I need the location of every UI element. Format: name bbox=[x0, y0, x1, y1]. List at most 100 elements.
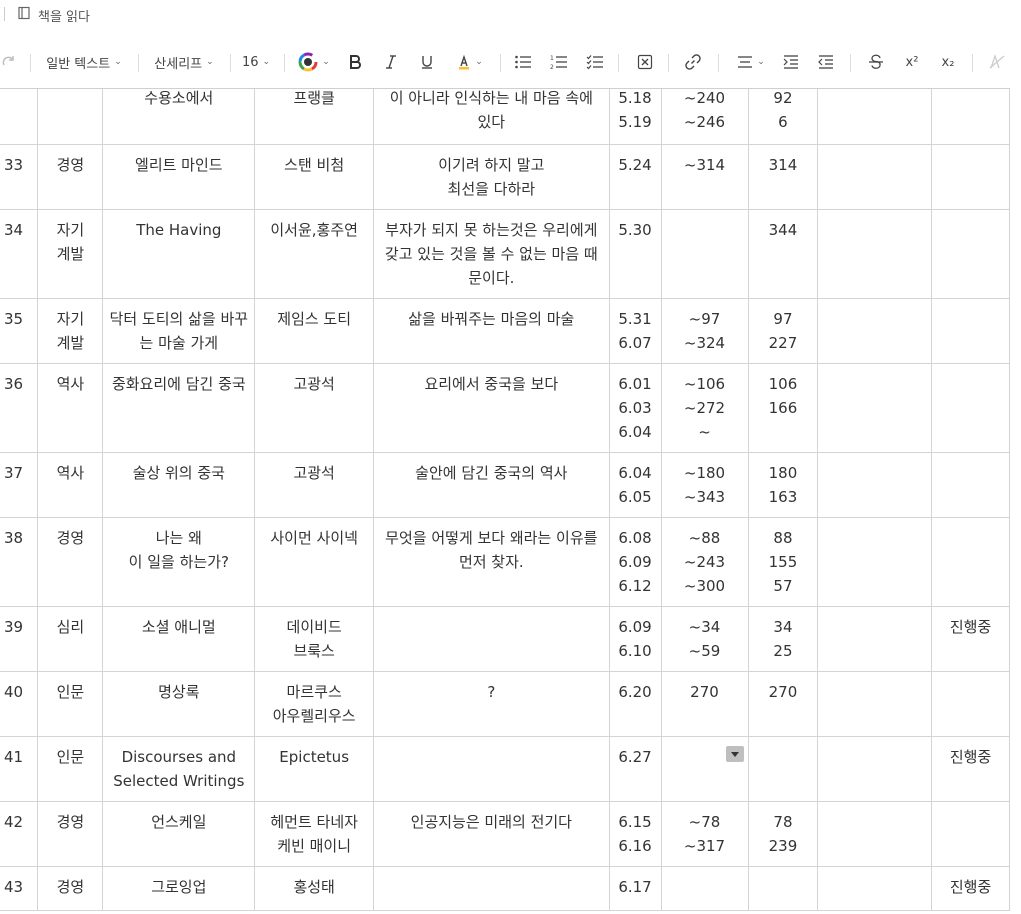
row-number-cell[interactable]: 42 bbox=[0, 801, 39, 867]
numbered-list-button[interactable]: 12 bbox=[548, 44, 570, 80]
row-number-cell[interactable]: 43 bbox=[0, 866, 39, 911]
note-cell[interactable]: 술안에 담긴 중국의 역사 bbox=[373, 452, 610, 518]
pages-read-cell[interactable]: 88 155 57 bbox=[748, 517, 819, 607]
empty-cell[interactable] bbox=[817, 866, 933, 911]
bullet-list-button[interactable] bbox=[512, 44, 534, 80]
category-cell[interactable]: 경영 bbox=[37, 801, 104, 867]
book-title-cell[interactable]: 그로잉업 bbox=[102, 866, 256, 911]
date-cell[interactable]: 5.24 bbox=[609, 144, 662, 210]
author-cell[interactable]: 고광석 bbox=[254, 363, 375, 453]
text-color-button[interactable]: ⌄ bbox=[294, 44, 334, 80]
note-cell[interactable]: 이 아니라 인식하는 내 마음 속에 있다 bbox=[373, 89, 610, 145]
date-cell[interactable]: 6.15 6.16 bbox=[609, 801, 662, 867]
superscript-button[interactable]: x² bbox=[900, 44, 924, 80]
page-range-cell[interactable]: ~34 ~59 bbox=[661, 606, 749, 672]
page-range-cell[interactable]: ~180 ~343 bbox=[661, 452, 749, 518]
book-title-cell[interactable]: 언스케일 bbox=[102, 801, 256, 867]
author-cell[interactable]: 프랭클 bbox=[254, 89, 375, 145]
date-cell[interactable]: 6.04 6.05 bbox=[609, 452, 662, 518]
page-range-cell[interactable]: ~314 bbox=[661, 144, 749, 210]
pages-read-cell[interactable]: 270 bbox=[748, 671, 819, 737]
bold-button[interactable] bbox=[344, 44, 366, 80]
date-cell[interactable]: 6.27 bbox=[609, 736, 662, 802]
row-number-cell[interactable]: 36 bbox=[0, 363, 39, 453]
category-cell[interactable]: 인문 bbox=[37, 736, 104, 802]
outdent-button[interactable] bbox=[815, 44, 837, 80]
note-cell[interactable]: 요리에서 중국을 보다 bbox=[373, 363, 610, 453]
author-cell[interactable]: Epictetus bbox=[254, 736, 375, 802]
row-number-cell[interactable]: 33 bbox=[0, 144, 39, 210]
status-cell[interactable] bbox=[931, 517, 1010, 607]
author-cell[interactable]: 홍성태 bbox=[254, 866, 375, 911]
page-range-cell[interactable]: ~240 ~246 bbox=[661, 89, 749, 145]
book-title-cell[interactable]: Discourses and Selected Writings bbox=[102, 736, 256, 802]
category-cell[interactable]: 자기계발 bbox=[37, 209, 104, 299]
page-range-cell[interactable]: ~88 ~243 ~300 bbox=[661, 517, 749, 607]
italic-button[interactable] bbox=[380, 44, 402, 80]
book-title-cell[interactable]: 엘리트 마인드 bbox=[102, 144, 256, 210]
status-cell[interactable] bbox=[931, 209, 1010, 299]
pages-read-cell[interactable]: 314 bbox=[748, 144, 819, 210]
date-cell[interactable]: 6.08 6.09 6.12 bbox=[609, 517, 662, 607]
row-number-cell[interactable]: 40 bbox=[0, 671, 39, 737]
text-style-dropdown[interactable]: 일반 텍스트 ⌄ bbox=[38, 44, 130, 80]
empty-cell[interactable] bbox=[817, 736, 933, 802]
status-cell[interactable] bbox=[931, 298, 1010, 364]
align-dropdown[interactable]: ⌄ bbox=[732, 44, 770, 80]
date-cell[interactable]: 5.31 6.07 bbox=[609, 298, 662, 364]
pages-read-cell[interactable]: 78 239 bbox=[748, 801, 819, 867]
status-cell[interactable]: 진행중 bbox=[931, 866, 1010, 911]
page-range-cell[interactable] bbox=[661, 209, 749, 299]
strikethrough-button[interactable] bbox=[865, 44, 887, 80]
pages-read-cell[interactable] bbox=[748, 866, 819, 911]
row-number-cell[interactable]: 34 bbox=[0, 209, 39, 299]
book-title-cell[interactable]: 닥터 도티의 삶을 바꾸는 마술 가게 bbox=[102, 298, 256, 364]
row-number-cell[interactable] bbox=[0, 89, 39, 145]
row-number-cell[interactable]: 39 bbox=[0, 606, 39, 672]
pages-read-cell[interactable]: 106 166 bbox=[748, 363, 819, 453]
category-cell[interactable]: 경영 bbox=[37, 144, 104, 210]
author-cell[interactable]: 마르쿠스 아우렐리우스 bbox=[254, 671, 375, 737]
page-range-cell[interactable] bbox=[661, 866, 749, 911]
page-range-cell[interactable]: ~78 ~317 bbox=[661, 801, 749, 867]
note-cell[interactable]: 인공지능은 미래의 전기다 bbox=[373, 801, 610, 867]
author-cell[interactable]: 헤먼트 타네자 케빈 매이니 bbox=[254, 801, 375, 867]
book-title-cell[interactable]: 소셜 애니멀 bbox=[102, 606, 256, 672]
row-number-cell[interactable]: 37 bbox=[0, 452, 39, 518]
category-cell[interactable]: 역사 bbox=[37, 363, 104, 453]
note-cell[interactable]: 삶을 바꿔주는 마음의 마술 bbox=[373, 298, 610, 364]
empty-cell[interactable] bbox=[817, 517, 933, 607]
clear-style-button[interactable] bbox=[986, 44, 1008, 80]
note-cell[interactable] bbox=[373, 736, 610, 802]
empty-cell[interactable] bbox=[817, 144, 933, 210]
date-cell[interactable]: 5.18 5.19 bbox=[609, 89, 662, 145]
page-range-cell[interactable]: ~106 ~272 ~ bbox=[661, 363, 749, 453]
date-cell[interactable]: 6.09 6.10 bbox=[609, 606, 662, 672]
subscript-button[interactable]: x₂ bbox=[936, 44, 960, 80]
date-cell[interactable]: 6.20 bbox=[609, 671, 662, 737]
book-title-cell[interactable]: 술상 위의 중국 bbox=[102, 452, 256, 518]
date-cell[interactable]: 5.30 bbox=[609, 209, 662, 299]
status-cell[interactable] bbox=[931, 452, 1010, 518]
highlight-button[interactable]: ⌄ bbox=[450, 44, 490, 80]
status-cell[interactable] bbox=[931, 144, 1010, 210]
category-cell[interactable]: 인문 bbox=[37, 671, 104, 737]
category-cell[interactable]: 자기계발 bbox=[37, 298, 104, 364]
book-title-cell[interactable]: 나는 왜 이 일을 하는가? bbox=[102, 517, 256, 607]
note-cell[interactable]: ? bbox=[373, 671, 610, 737]
author-cell[interactable]: 스탠 비첨 bbox=[254, 144, 375, 210]
document-title[interactable]: 책을 읽다 bbox=[38, 6, 90, 25]
note-cell[interactable]: 부자가 되지 못 하는것은 우리에게 갖고 있는 것을 볼 수 없는 마음 때문… bbox=[373, 209, 610, 299]
category-cell[interactable]: 경영 bbox=[37, 866, 104, 911]
author-cell[interactable]: 사이먼 사이넥 bbox=[254, 517, 375, 607]
author-cell[interactable]: 데이비드 브룩스 bbox=[254, 606, 375, 672]
book-title-cell[interactable]: The Having bbox=[102, 209, 256, 299]
note-cell[interactable] bbox=[373, 606, 610, 672]
cell-dropdown-button[interactable] bbox=[725, 745, 744, 762]
empty-cell[interactable] bbox=[817, 298, 933, 364]
pages-read-cell[interactable]: 34 25 bbox=[748, 606, 819, 672]
status-cell[interactable] bbox=[931, 363, 1010, 453]
date-cell[interactable]: 6.01 6.03 6.04 bbox=[609, 363, 662, 453]
category-cell[interactable] bbox=[37, 89, 104, 145]
status-cell[interactable]: 진행중 bbox=[931, 606, 1010, 672]
